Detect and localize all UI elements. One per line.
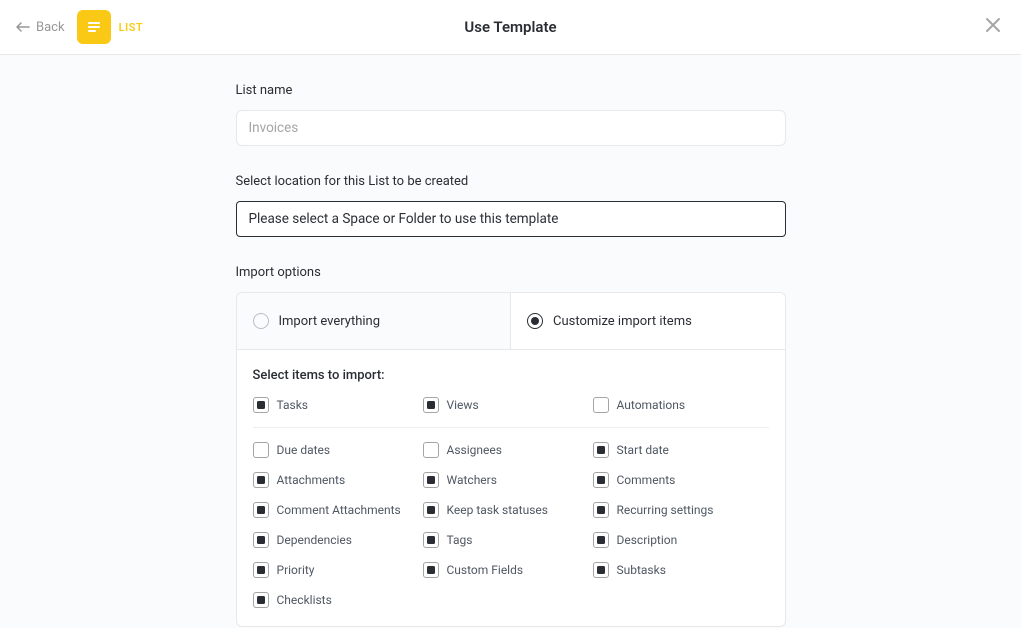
close-button[interactable] <box>981 15 1005 39</box>
import-option-checkbox[interactable]: Start date <box>593 442 763 458</box>
checkbox-label: Attachments <box>277 473 346 487</box>
checkbox-checked-icon <box>253 562 269 578</box>
import-option-checkbox[interactable]: Comments <box>593 472 763 488</box>
checkbox-checked-icon <box>593 472 609 488</box>
tab-import-everything[interactable]: Import everything <box>237 293 512 349</box>
modal-body: List name Select location for this List … <box>0 55 1021 628</box>
checkbox-label: Checklists <box>277 593 332 607</box>
checkbox-checked-icon <box>423 397 439 413</box>
select-items-title: Select items to import: <box>253 368 769 383</box>
checkbox-label: Comments <box>617 473 676 487</box>
import-option-checkbox[interactable]: Custom Fields <box>423 562 593 578</box>
import-option-checkbox[interactable]: Automations <box>593 397 763 413</box>
import-option-tabs: Import everything Customize import items <box>236 292 786 350</box>
checkbox-label: Tags <box>447 533 473 547</box>
checkbox-unchecked-icon <box>253 442 269 458</box>
list-name-input[interactable] <box>236 110 786 146</box>
import-option-checkbox[interactable]: Dependencies <box>253 532 423 548</box>
checkbox-checked-icon <box>423 472 439 488</box>
checkbox-label: Keep task statuses <box>447 503 548 517</box>
checkbox-label: Recurring settings <box>617 503 714 517</box>
checkbox-checked-icon <box>253 532 269 548</box>
import-option-checkbox[interactable]: Subtasks <box>593 562 763 578</box>
checkbox-checked-icon <box>253 472 269 488</box>
import-option-checkbox[interactable]: Checklists <box>253 592 423 608</box>
form-content: List name Select location for this List … <box>236 83 786 627</box>
location-placeholder: Please select a Space or Folder to use t… <box>249 211 559 227</box>
page-title: Use Template <box>464 18 556 36</box>
checkbox-checked-icon <box>423 502 439 518</box>
list-icon <box>77 10 111 44</box>
checkbox-label: Assignees <box>447 443 502 457</box>
import-option-checkbox[interactable]: Description <box>593 532 763 548</box>
checkbox-label: Dependencies <box>277 533 352 547</box>
checkbox-label: Comment Attachments <box>277 503 401 517</box>
checkbox-label: Views <box>447 398 479 412</box>
checkbox-checked-icon <box>593 532 609 548</box>
import-option-checkbox[interactable]: Attachments <box>253 472 423 488</box>
import-option-checkbox[interactable]: Views <box>423 397 593 413</box>
import-option-checkbox[interactable]: Priority <box>253 562 423 578</box>
customize-import-label: Customize import items <box>553 314 692 329</box>
list-badge-text: LIST <box>119 21 144 34</box>
import-option-checkbox[interactable]: Tasks <box>253 397 423 413</box>
import-option-checkbox[interactable]: Assignees <box>423 442 593 458</box>
checkbox-checked-icon <box>253 592 269 608</box>
back-label: Back <box>36 20 65 35</box>
checkbox-checked-icon <box>593 502 609 518</box>
list-badge: LIST <box>77 10 144 44</box>
checkbox-label: Tasks <box>277 398 309 412</box>
checkbox-label: Subtasks <box>617 563 666 577</box>
checkbox-label: Start date <box>617 443 669 457</box>
checkbox-label: Watchers <box>447 473 497 487</box>
import-option-checkbox[interactable]: Comment Attachments <box>253 502 423 518</box>
list-name-label: List name <box>236 83 786 98</box>
checkbox-unchecked-icon <box>593 397 609 413</box>
import-option-checkbox[interactable]: Recurring settings <box>593 502 763 518</box>
modal-header: Back LIST Use Template <box>0 0 1021 55</box>
checkbox-label: Due dates <box>277 443 331 457</box>
back-button[interactable]: Back <box>16 20 65 35</box>
import-options-label: Import options <box>236 265 786 280</box>
import-items-panel: Select items to import: Tasks Views Automa… <box>236 350 786 627</box>
checkbox-label: Description <box>617 533 678 547</box>
checkbox-checked-icon <box>423 532 439 548</box>
radio-selected-icon <box>527 313 543 329</box>
top-items-row: Tasks Views Automations <box>253 397 769 428</box>
radio-unselected-icon <box>253 313 269 329</box>
import-option-checkbox[interactable]: Watchers <box>423 472 593 488</box>
import-everything-label: Import everything <box>279 314 381 329</box>
checkbox-label: Automations <box>617 398 686 412</box>
location-select[interactable]: Please select a Space or Folder to use t… <box>236 201 786 237</box>
checkbox-label: Priority <box>277 563 315 577</box>
import-option-checkbox[interactable]: Tags <box>423 532 593 548</box>
checkbox-checked-icon <box>253 397 269 413</box>
import-option-checkbox[interactable]: Due dates <box>253 442 423 458</box>
checkbox-checked-icon <box>593 442 609 458</box>
checkbox-checked-icon <box>253 502 269 518</box>
checkbox-unchecked-icon <box>423 442 439 458</box>
tab-customize-import[interactable]: Customize import items <box>511 293 785 349</box>
checkbox-label: Custom Fields <box>447 563 524 577</box>
checkbox-checked-icon <box>593 562 609 578</box>
back-arrow-icon <box>16 20 30 34</box>
checkbox-checked-icon <box>423 562 439 578</box>
import-items-grid: Due dates Assignees Start date Attachments W… <box>253 442 769 608</box>
location-label: Select location for this List to be crea… <box>236 174 786 189</box>
import-option-checkbox[interactable]: Keep task statuses <box>423 502 593 518</box>
close-icon <box>985 17 1001 37</box>
